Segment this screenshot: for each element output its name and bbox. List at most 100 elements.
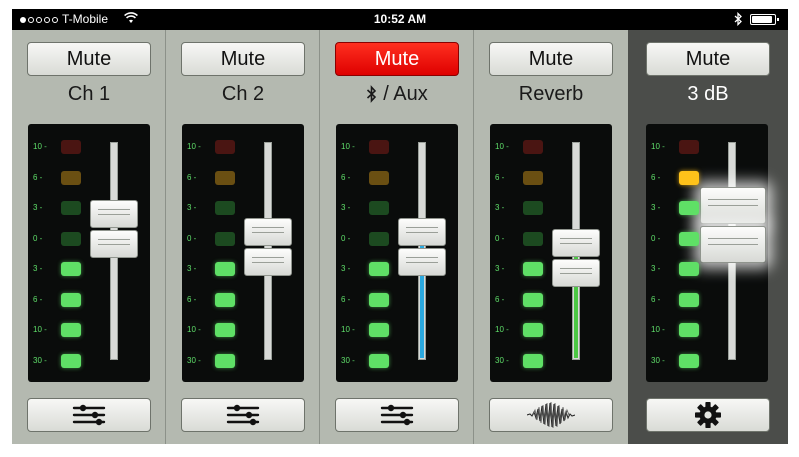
reverb-settings-button[interactable]	[489, 398, 613, 432]
level-led	[215, 292, 235, 307]
level-led	[523, 231, 543, 246]
meter-panel: 10 - 6 - 3 - 0 - 3 - 6 - 10 - 30 -	[28, 124, 150, 382]
meter-tick-label: 30 -	[187, 355, 201, 365]
level-led	[523, 353, 543, 368]
meter-tick-label: 30 -	[33, 355, 47, 365]
channel-strip-reverb: Mute Reverb 10 - 6 - 3 - 0 - 3 - 6 - 10 - 30 -	[474, 30, 628, 444]
level-led	[215, 231, 235, 246]
channel-label: Ch 1	[67, 83, 111, 105]
fader-handle[interactable]	[398, 218, 446, 276]
level-led	[61, 262, 81, 276]
level-led	[679, 323, 699, 337]
reverb-waveform-icon	[527, 401, 575, 429]
meter-tick-label: 30 -	[495, 355, 509, 365]
level-led	[679, 140, 699, 154]
level-led	[369, 231, 389, 246]
mute-button-aux[interactable]: Mute	[335, 42, 459, 76]
meter-tick-label: 10 -	[495, 142, 509, 151]
level-led	[215, 262, 235, 276]
level-led	[523, 323, 543, 337]
meter-tick-label: 3 -	[341, 203, 351, 212]
gear-icon	[695, 402, 721, 428]
channel-settings-button-aux[interactable]	[335, 398, 459, 432]
level-led	[61, 323, 81, 337]
channel-label: Reverb	[518, 83, 584, 105]
mixer-app: T-Mobile 10:52 AM Mute Ch 1 10 - 6 - 3 - 0 …	[12, 9, 788, 444]
meter-tick-label: 3 -	[651, 264, 661, 273]
channel-strip-ch-1: Mute Ch 1 10 - 6 - 3 - 0 - 3 - 6 - 10 - 30 -	[12, 30, 166, 444]
fader-handle[interactable]	[700, 187, 766, 263]
meter-tick-label: 3 -	[187, 203, 197, 212]
meter-panel: 10 - 6 - 3 - 0 - 3 - 6 - 10 - 30 -	[646, 124, 768, 382]
mute-button-master[interactable]: Mute	[646, 42, 770, 76]
level-led	[61, 201, 81, 215]
channel-strip-master: Mute 3 dB 10 - 6 - 3 - 0 - 3 - 6 - 10 - 30 -	[628, 30, 788, 444]
mute-button-reverb[interactable]: Mute	[489, 42, 613, 76]
meter-tick-label: 30 -	[651, 355, 665, 365]
level-led	[523, 201, 543, 215]
meter-tick-label: 6 -	[651, 172, 661, 182]
bluetooth-icon	[734, 11, 743, 29]
meter-tick-label: 3 -	[341, 264, 351, 273]
level-led	[215, 170, 235, 185]
meter-tick-label: 30 -	[341, 355, 355, 365]
channel-settings-button-ch-2[interactable]	[181, 398, 305, 432]
level-led	[61, 353, 81, 368]
meter-tick-label: 3 -	[651, 203, 661, 212]
meter-tick-label: 6 -	[341, 294, 351, 304]
meter-tick-label: 6 -	[187, 294, 197, 304]
fader-handle[interactable]	[552, 229, 600, 287]
level-led	[215, 140, 235, 154]
level-led	[215, 353, 235, 368]
meter-tick-label: 6 -	[651, 294, 661, 304]
meter-tick-label: 10 -	[341, 142, 355, 151]
level-led	[369, 353, 389, 368]
channel-strip-aux: Mute / Aux 10 - 6 - 3 - 0 - 3 - 6 - 10 - 30 -	[320, 30, 474, 444]
meter-tick-label: 6 -	[495, 172, 505, 182]
channel-label-aux: / Aux	[320, 82, 474, 109]
channel-settings-button-ch-1[interactable]	[27, 398, 151, 432]
level-led	[61, 140, 81, 154]
fader-handle[interactable]	[244, 218, 292, 276]
master-level-label: 3 dB	[687, 83, 729, 105]
level-led	[369, 292, 389, 307]
meter-tick-label: 10 -	[187, 325, 201, 334]
meter-tick-label: 10 -	[187, 142, 201, 151]
status-time: 10:52 AM	[373, 12, 427, 26]
meter-tick-label: 10 -	[651, 142, 665, 151]
meter-tick-label: 6 -	[495, 294, 505, 304]
meter-tick-label: 0 -	[33, 233, 43, 243]
meter-tick-label: 10 -	[33, 325, 47, 334]
meter-tick-label: 3 -	[495, 264, 505, 273]
mute-button-ch-1[interactable]: Mute	[27, 42, 151, 76]
channel-label: Ch 2	[221, 83, 265, 105]
meter-tick-label: 6 -	[341, 172, 351, 182]
meter-panel: 10 - 6 - 3 - 0 - 3 - 6 - 10 - 30 -	[182, 124, 304, 382]
level-led	[679, 231, 699, 246]
meter-tick-label: 0 -	[341, 233, 351, 243]
channel-label-text: / Aux	[383, 83, 428, 105]
level-led	[523, 292, 543, 307]
meter-panel: 10 - 6 - 3 - 0 - 3 - 6 - 10 - 30 -	[490, 124, 612, 382]
status-bar: T-Mobile 10:52 AM	[12, 9, 788, 30]
level-led	[61, 292, 81, 307]
level-led	[679, 292, 699, 307]
level-led	[679, 353, 699, 368]
meter-tick-label: 3 -	[33, 264, 43, 273]
sliders-icon	[380, 404, 414, 426]
level-led	[369, 323, 389, 337]
mute-button-ch-2[interactable]: Mute	[181, 42, 305, 76]
meter-tick-label: 10 -	[651, 325, 665, 334]
level-led	[679, 201, 699, 215]
meter-tick-label: 0 -	[495, 233, 505, 243]
meter-tick-label: 3 -	[495, 203, 505, 212]
fader-handle[interactable]	[90, 200, 138, 258]
meter-tick-label: 3 -	[187, 264, 197, 273]
level-led	[215, 323, 235, 337]
meter-tick-label: 3 -	[33, 203, 43, 212]
meter-tick-label: 6 -	[33, 294, 43, 304]
meter-tick-label: 0 -	[651, 233, 661, 243]
level-led	[369, 201, 389, 215]
master-settings-button[interactable]	[646, 398, 770, 432]
meter-tick-label: 0 -	[187, 233, 197, 243]
